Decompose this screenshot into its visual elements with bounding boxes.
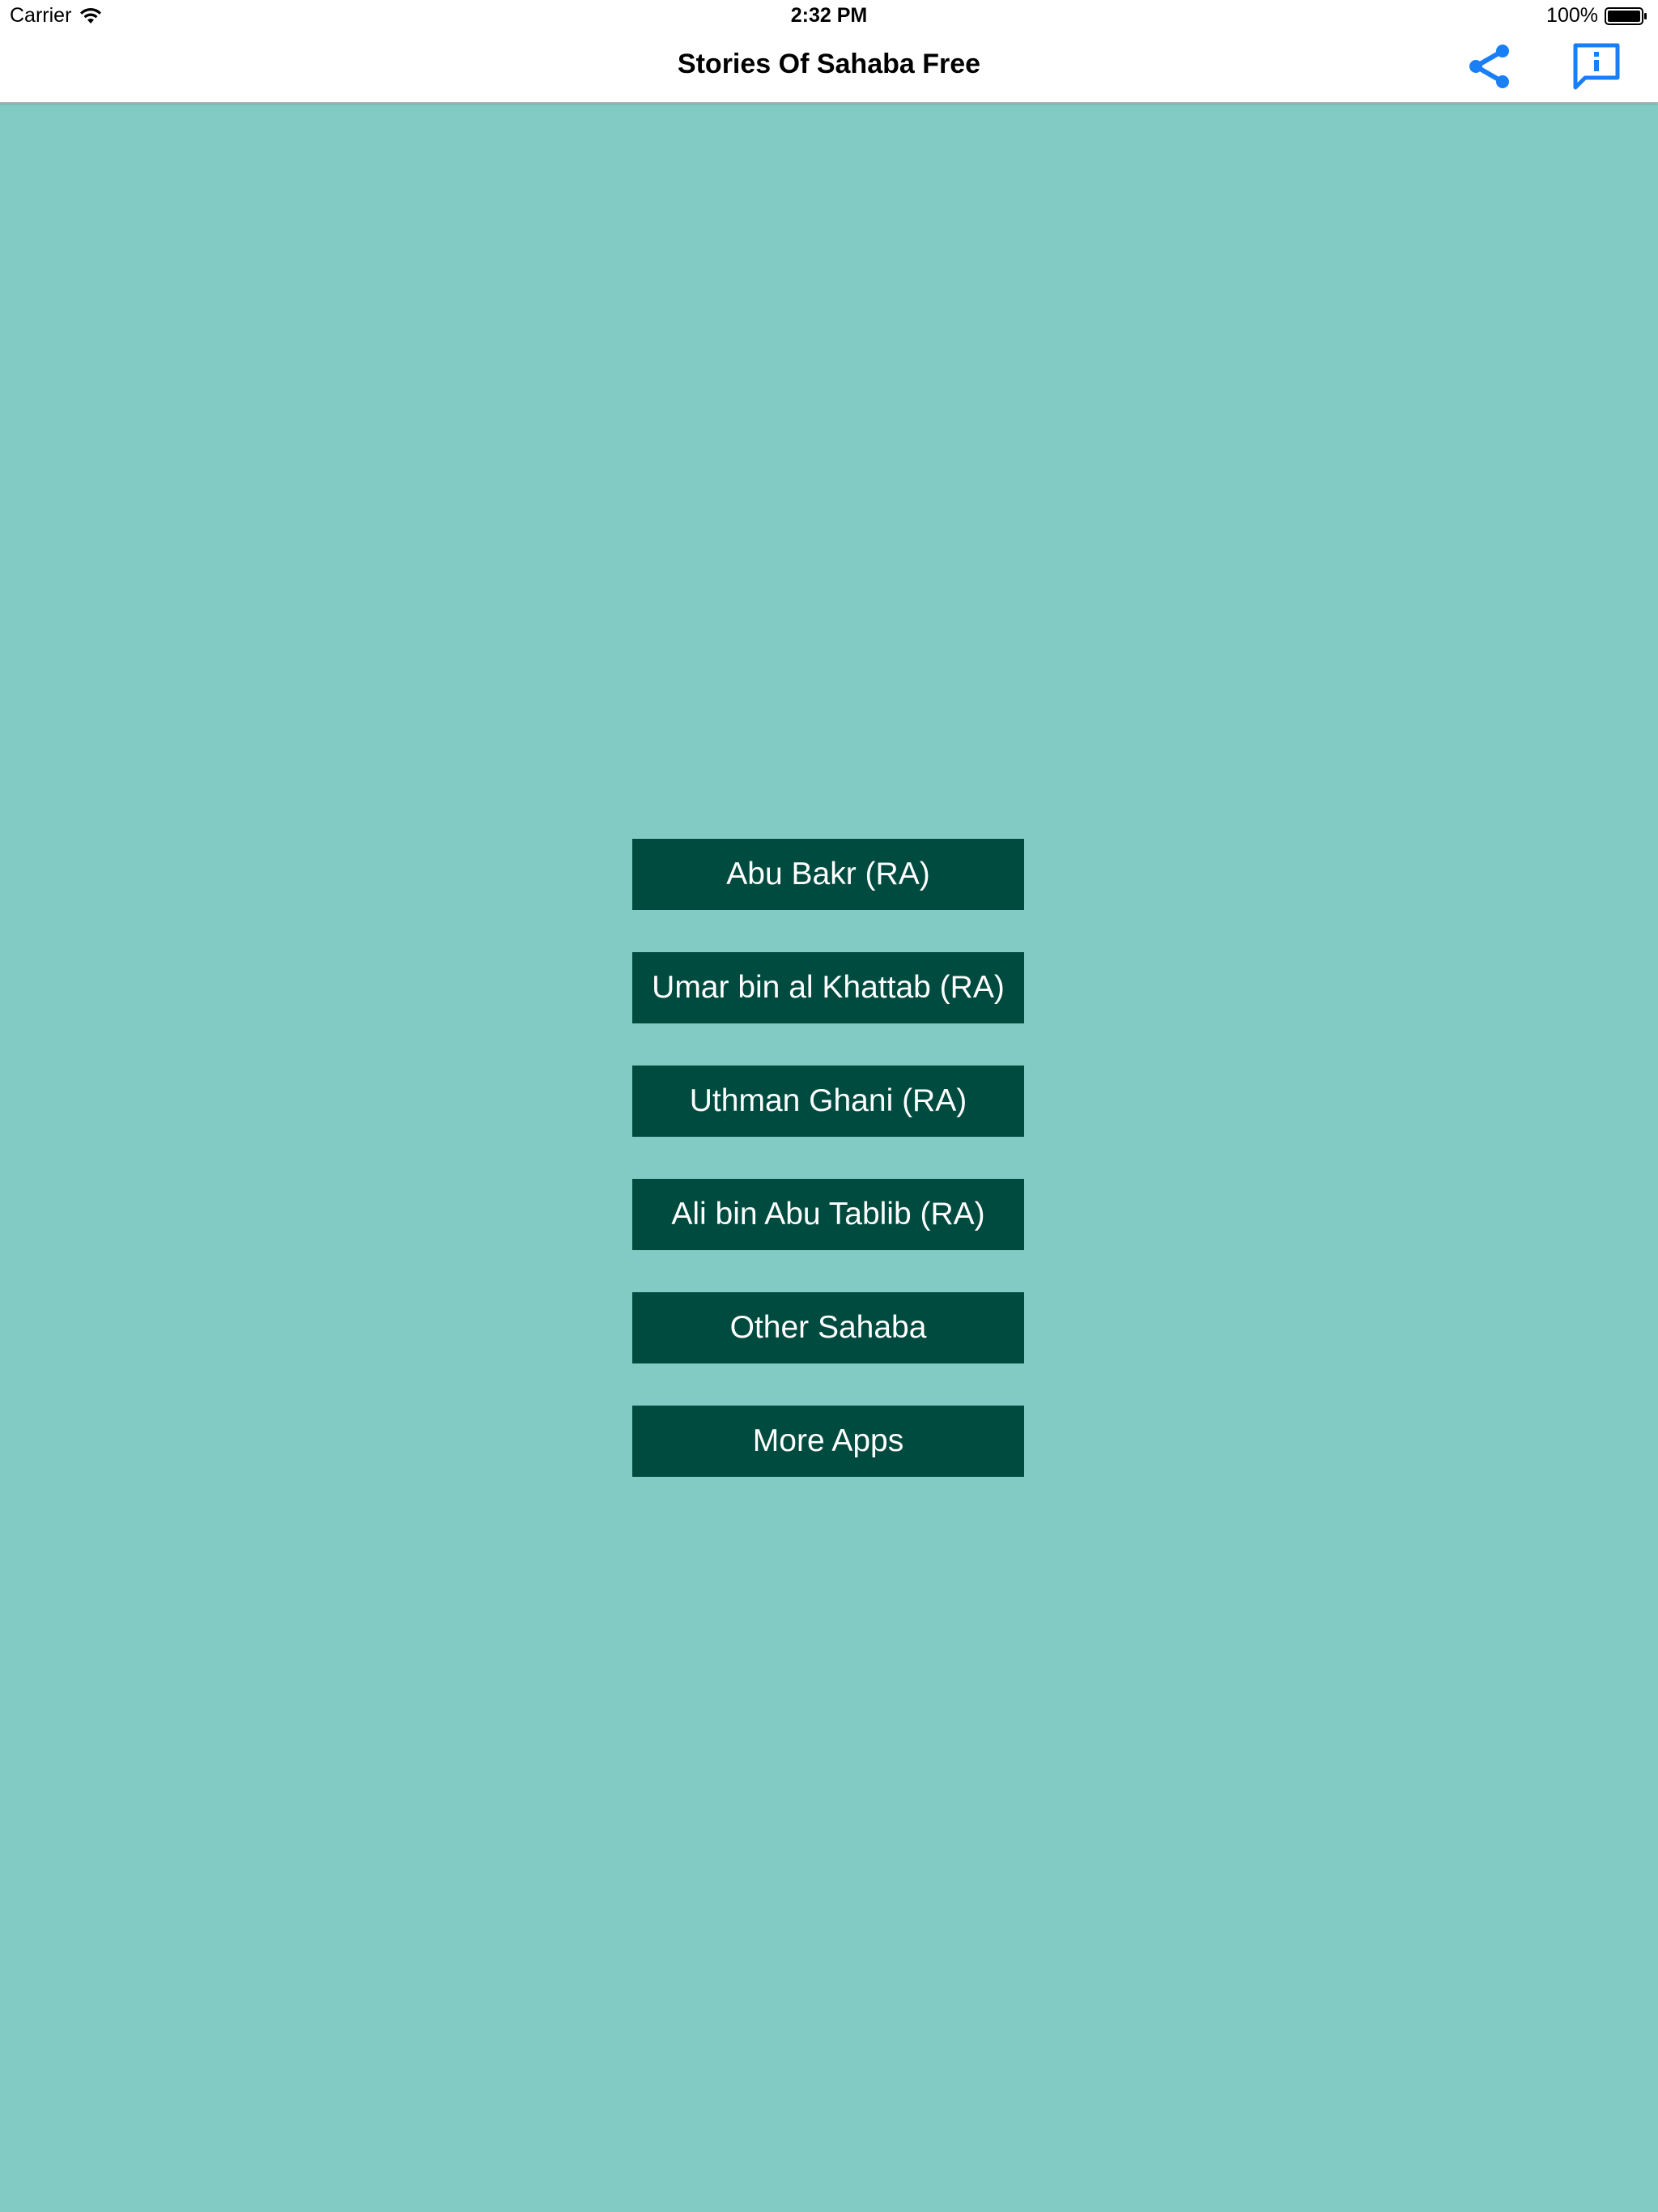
status-time: 2:32 PM [790, 4, 868, 27]
share-icon [1465, 41, 1515, 96]
ali-bin-abu-tablib-button[interactable]: Ali bin Abu Tablib (RA) [632, 1179, 1024, 1250]
info-button[interactable] [1564, 39, 1629, 97]
more-apps-button[interactable]: More Apps [632, 1406, 1024, 1477]
other-sahaba-button[interactable]: Other Sahaba [632, 1292, 1024, 1363]
abu-bakr-button[interactable]: Abu Bakr (RA) [632, 839, 1024, 910]
status-bar: Carrier 2:32 PM 100% [0, 0, 1658, 32]
battery-icon [1605, 6, 1648, 26]
battery-percent: 100% [1546, 4, 1598, 27]
page-title: Stories Of Sahaba Free [677, 49, 981, 79]
uthman-ghani-button[interactable]: Uthman Ghani (RA) [632, 1066, 1024, 1137]
navigation-bar: Stories Of Sahaba Free [0, 32, 1658, 104]
info-icon [1571, 40, 1622, 96]
share-button[interactable] [1457, 39, 1522, 97]
app-screen: Carrier 2:32 PM 100% Stories Of Sahaba F… [0, 0, 1658, 2212]
umar-bin-al-khattab-button[interactable]: Umar bin al Khattab (RA) [632, 952, 1024, 1023]
menu-list: Abu Bakr (RA) Umar bin al Khattab (RA) U… [632, 839, 1024, 1519]
status-battery-group: 100% [1546, 4, 1648, 28]
